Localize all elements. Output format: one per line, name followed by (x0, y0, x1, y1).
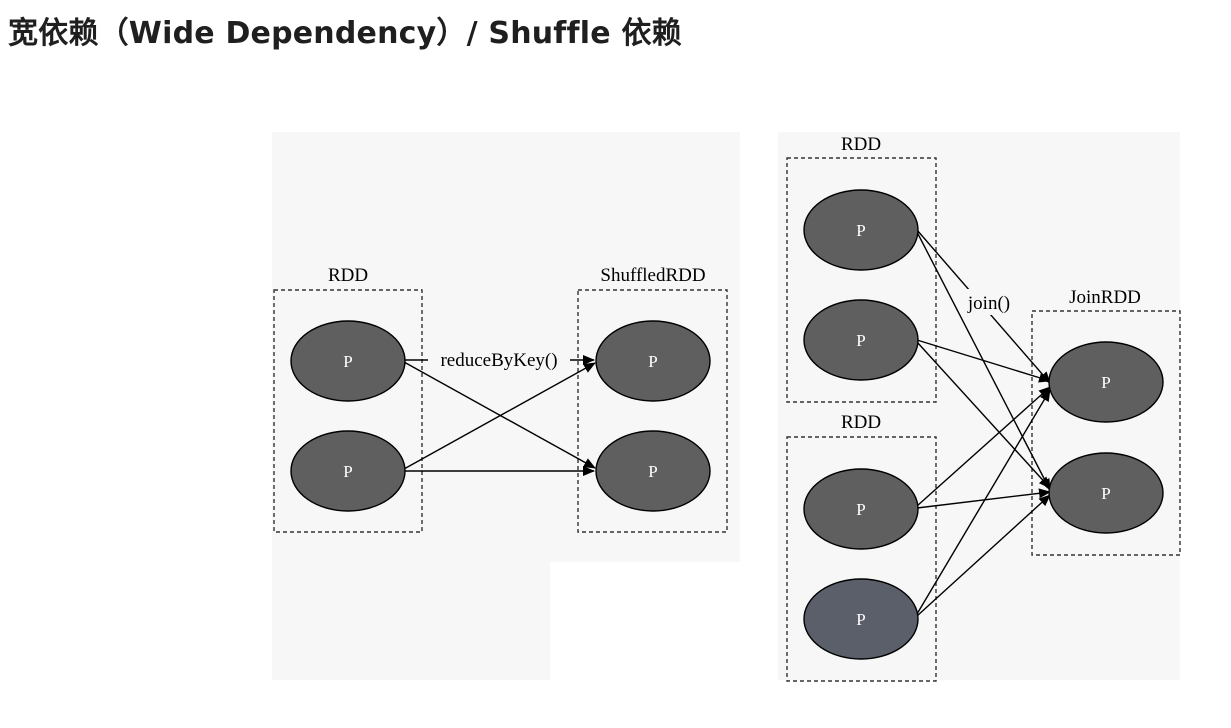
svg-text:P: P (343, 352, 352, 371)
svg-text:P: P (856, 500, 865, 519)
svg-text:P: P (856, 610, 865, 629)
left-rdd-label: RDD (328, 265, 368, 286)
dependency-diagram: RDD ShuffledRDD reduceByKey() P P P P RD… (272, 132, 1181, 682)
shuffledrdd-partition-1: P (595, 320, 711, 402)
right-rdd-bottom-label: RDD (841, 412, 881, 433)
right-rdd-top-partition-1: P (803, 189, 919, 271)
svg-text:P: P (856, 221, 865, 240)
svg-text:P: P (343, 462, 352, 481)
left-diagram-background (272, 132, 550, 680)
right-rdd-bottom-partition-1: P (803, 468, 919, 550)
reducebykey-label: reduceByKey() (440, 350, 557, 371)
svg-text:P: P (648, 462, 657, 481)
left-rdd-partition-1: P (290, 320, 406, 402)
right-rdd-top-partition-2: P (803, 299, 919, 381)
joinrdd-partition-2: P (1048, 452, 1164, 534)
svg-text:P: P (648, 352, 657, 371)
left-rdd-partition-2: P (290, 430, 406, 512)
right-rdd-top-label: RDD (841, 134, 881, 155)
shuffledrdd-partition-2: P (595, 430, 711, 512)
joinrdd-label: JoinRDD (1069, 287, 1141, 308)
right-rdd-bottom-partition-2: P (803, 578, 919, 660)
svg-text:P: P (1101, 484, 1110, 503)
svg-text:P: P (856, 331, 865, 350)
svg-text:P: P (1101, 373, 1110, 392)
shuffledrdd-label: ShuffledRDD (600, 265, 705, 286)
joinrdd-partition-1: P (1048, 341, 1164, 423)
join-label: join() (967, 293, 1010, 314)
